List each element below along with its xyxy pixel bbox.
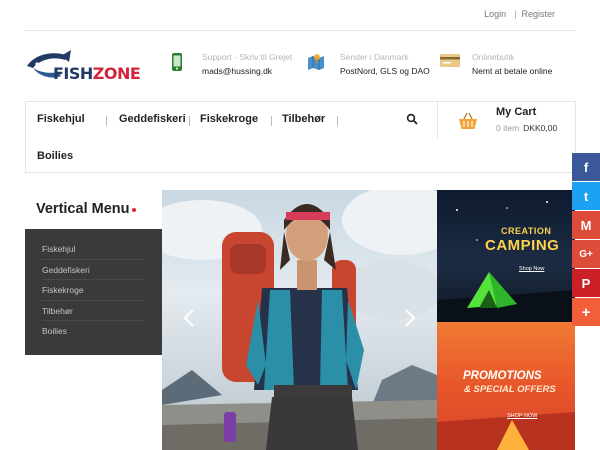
account-links: Login | Register bbox=[484, 9, 555, 19]
cart-basket-icon bbox=[459, 112, 477, 129]
vertical-menu: Fiskehjul Geddefiskeri Fiskekroge Tilbeh… bbox=[25, 229, 162, 355]
nav-divider bbox=[337, 116, 338, 126]
title-dot bbox=[132, 208, 137, 212]
link-separator: | bbox=[514, 9, 517, 19]
nav-item-boilies[interactable]: Boilies bbox=[37, 150, 73, 162]
slider-prev-arrow-icon[interactable] bbox=[182, 308, 196, 328]
promotions-banner[interactable]: PROMOTIONS & SPECIAL OFFERS SHOP NOW bbox=[437, 322, 575, 450]
support-label: Support - Skriv til Grejet bbox=[202, 52, 293, 62]
vertical-menu-item-boilies[interactable]: Boilies bbox=[42, 321, 145, 342]
vertical-menu-item-fiskekroge[interactable]: Fiskekroge bbox=[42, 280, 145, 301]
search-icon[interactable] bbox=[406, 113, 418, 125]
vertical-menu-title: Vertical Menu bbox=[36, 201, 137, 217]
nav-row: Fiskehjul Geddefiskeri Fiskekroge Tilbeh… bbox=[26, 102, 436, 138]
register-link[interactable]: Register bbox=[521, 9, 555, 19]
slider-next-arrow-icon[interactable] bbox=[403, 308, 417, 328]
shipping-value: PostNord, GLS og DAO bbox=[340, 66, 430, 76]
nav-row-2: Boilies bbox=[26, 138, 575, 172]
logo-fish: FISH bbox=[53, 64, 93, 83]
cart-total: DKK0,00 bbox=[523, 123, 558, 133]
nav-item-geddefiskeri[interactable]: Geddefiskeri bbox=[119, 113, 186, 125]
camping-banner-line2: CAMPING bbox=[485, 237, 560, 254]
camping-banner-line1: CREATION bbox=[501, 226, 552, 236]
facebook-icon[interactable]: f bbox=[572, 153, 600, 181]
promo-banner-line1: PROMOTIONS bbox=[463, 370, 542, 382]
promo-banner-line2: & SPECIAL OFFERS bbox=[464, 384, 556, 395]
vertical-menu-item-geddefiskeri[interactable]: Geddefiskeri bbox=[42, 260, 145, 280]
card-icon bbox=[440, 54, 460, 67]
vertical-menu-heading: Vertical Menu bbox=[36, 201, 130, 217]
more-share-icon[interactable]: + bbox=[572, 298, 600, 326]
nav-divider bbox=[271, 116, 272, 126]
hero-slider[interactable] bbox=[162, 190, 437, 450]
twitter-icon[interactable]: t bbox=[572, 182, 600, 210]
payment-label: Onlinebutik bbox=[472, 52, 515, 62]
tent-illustration bbox=[437, 201, 575, 322]
nav-item-tilbehor[interactable]: Tilbehør bbox=[282, 113, 325, 125]
camping-shop-now-link[interactable]: Shop Now bbox=[519, 266, 544, 272]
pinterest-icon[interactable]: P bbox=[572, 269, 600, 297]
cart-title: My Cart bbox=[496, 106, 537, 118]
gmail-icon[interactable]: M bbox=[572, 211, 600, 239]
camping-banner[interactable]: CREATION CAMPING Shop Now bbox=[437, 190, 575, 322]
support-email[interactable]: mads@hussing.dk bbox=[202, 66, 272, 76]
main-navigation: Fiskehjul Geddefiskeri Fiskekroge Tilbeh… bbox=[25, 101, 576, 173]
payment-value: Nemt at betale online bbox=[472, 66, 553, 76]
mini-cart[interactable]: My Cart 0 item DKK0,00 bbox=[437, 102, 577, 138]
nav-item-fiskekroge[interactable]: Fiskekroge bbox=[200, 113, 258, 125]
google-plus-icon[interactable]: G+ bbox=[572, 240, 600, 268]
shipping-label: Sender i Danmark bbox=[340, 52, 409, 62]
phone-icon bbox=[172, 53, 182, 71]
vertical-menu-item-tilbehor[interactable]: Tilbehør bbox=[42, 301, 145, 321]
cart-summary: 0 item DKK0,00 bbox=[496, 123, 557, 133]
map-icon bbox=[308, 54, 324, 70]
nav-divider bbox=[189, 116, 190, 126]
vertical-menu-item-fiskehjul[interactable]: Fiskehjul bbox=[42, 239, 145, 260]
logo-wordmark: FISHZONE bbox=[53, 64, 141, 83]
social-share-bar: f t M G+ P + bbox=[572, 153, 600, 327]
nav-divider bbox=[106, 116, 107, 126]
cart-item-count: 0 item bbox=[496, 123, 520, 133]
site-logo[interactable]: FISHZONE bbox=[25, 46, 147, 86]
nav-item-fiskehjul[interactable]: Fiskehjul bbox=[37, 113, 85, 125]
logo-zone: ZONE bbox=[92, 64, 141, 83]
top-bar: Login | Register bbox=[25, 0, 575, 31]
hiker-photo bbox=[162, 190, 437, 450]
login-link[interactable]: Login bbox=[484, 9, 506, 19]
promo-shop-now-link[interactable]: SHOP NOW bbox=[507, 413, 537, 419]
